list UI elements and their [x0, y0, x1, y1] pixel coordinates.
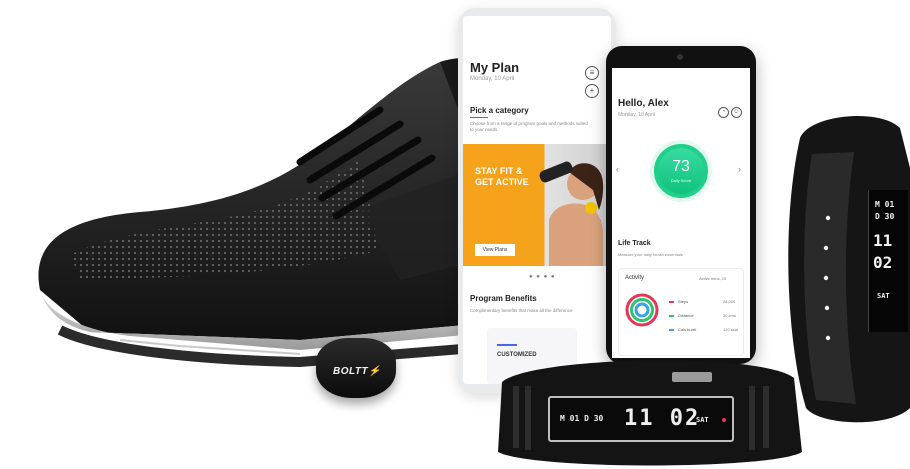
cals-value: 120 kcal [723, 327, 738, 332]
pod-brand-logo: BOLTT⚡ [332, 366, 382, 377]
distance-value: 30 kms [723, 313, 736, 318]
phone-home-screen: Hello, Alex Monday, 10 April ◔ ☺ ‹ 73 Dai… [612, 68, 750, 358]
activity-rings [625, 293, 659, 327]
band-front-display: M 01 D 30 11 02 SAT [548, 396, 734, 442]
pick-category-description: Choose from a range of program goals and… [470, 121, 588, 132]
boltt-pod-sensor: BOLTT⚡ [316, 338, 396, 398]
cals-label: Cals burnt [678, 327, 697, 332]
heart-indicator-icon [722, 418, 726, 422]
phone-my-plan-screen: My Plan Monday, 10 April ≡ + Pick a categ… [463, 16, 611, 384]
home-date: Monday, 10 April [618, 112, 655, 118]
band-front-time: 11 02 [624, 406, 701, 431]
daily-score-value: 73 [672, 158, 690, 175]
activity-card[interactable]: Activity Active mins, 20 Steps 28,000 Dis… [618, 268, 744, 356]
view-plans-button[interactable]: View Plans [475, 244, 515, 256]
plan-title: My Plan [470, 60, 520, 75]
life-track-heading: Life Track [618, 240, 651, 247]
activity-row-distance: Distance 30 kms [669, 313, 741, 318]
steps-swatch [669, 300, 674, 303]
steps-label: Steps [678, 299, 689, 304]
watch-icon[interactable]: ◔ [718, 107, 729, 118]
cals-swatch [669, 328, 674, 331]
chevron-left-icon[interactable]: ‹ [616, 164, 619, 174]
distance-swatch [669, 314, 674, 317]
program-benefits-description: Complimentary benefits that make all the… [470, 308, 573, 313]
front-camera [677, 54, 683, 60]
home-header-icons: ◔ ☺ [718, 100, 744, 118]
band-front-date: M 01 D 30 [560, 414, 604, 423]
activity-active-mins: Active mins, 20 [699, 276, 727, 281]
stay-fit-banner[interactable]: STAY FIT & GET ACTIVE View Plans [463, 144, 611, 266]
band-front-weekday: SAT [696, 416, 709, 424]
benefit-card-accent [497, 344, 517, 346]
banner-text: STAY FIT & GET ACTIVE [475, 166, 529, 187]
plan-date: Monday, 10 April [470, 76, 515, 82]
phone-home: Hello, Alex Monday, 10 April ◔ ☺ ‹ 73 Dai… [606, 46, 756, 364]
phone-my-plan: My Plan Monday, 10 April ≡ + Pick a categ… [458, 8, 616, 393]
profile-icon[interactable]: ☺ [731, 107, 742, 118]
band-right-display: M 01 D 30 11 02 SAT [868, 190, 908, 332]
steps-value: 28,000 [723, 299, 736, 304]
heading-underline [470, 117, 488, 118]
activity-title: Activity [625, 275, 645, 281]
band-right-day: D 30 [875, 212, 895, 221]
activity-row-cals: Cals burnt 120 kcal [669, 327, 741, 332]
distance-label: Distance [678, 313, 694, 318]
product-scene: BOLTT⚡ My Plan Monday, 10 April ≡ + Pick … [0, 0, 910, 469]
menu-icon[interactable]: ≡ [585, 66, 599, 80]
chevron-right-icon[interactable]: › [738, 164, 741, 174]
drinking-woman-image [539, 161, 604, 266]
band-right-month: M 01 [875, 200, 895, 209]
activity-row-steps: Steps 28,000 [669, 299, 741, 304]
daily-score-label: Daily Score [670, 178, 692, 183]
daily-score-circle: 73 Daily Score [658, 148, 704, 194]
program-benefits-heading: Program Benefits [470, 294, 537, 303]
band-right-time: 11 02 [873, 231, 893, 272]
life-track-description: Measure your daily health essentials [618, 252, 683, 257]
greeting: Hello, Alex [618, 98, 669, 109]
add-icon[interactable]: + [585, 84, 599, 98]
band-right-weekday: SAT [877, 292, 890, 300]
daily-score-ring: 73 Daily Score [650, 140, 712, 202]
carousel-dots[interactable]: ● ● ● ● [529, 274, 556, 280]
pick-category-heading: Pick a category [470, 106, 529, 115]
